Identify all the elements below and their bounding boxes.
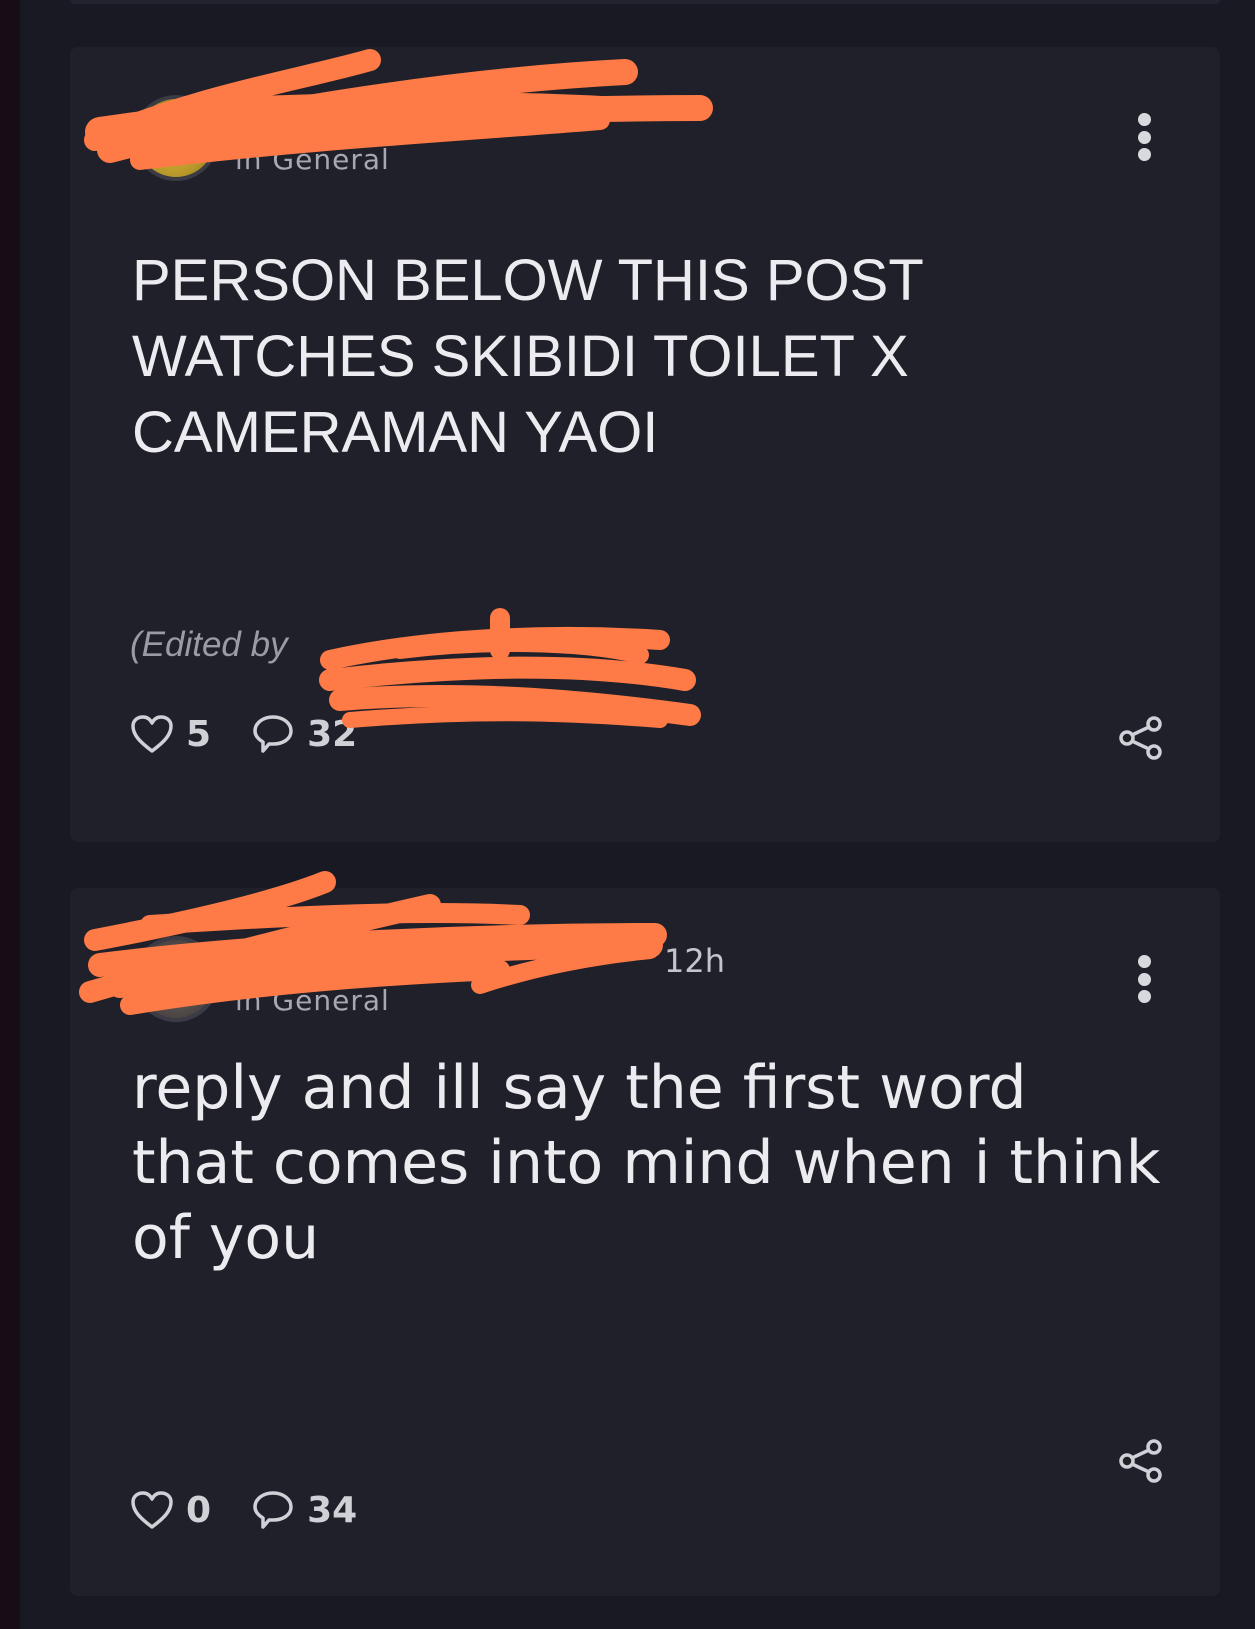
- post-actions: 0 34: [130, 1488, 397, 1532]
- comment-button[interactable]: 32: [251, 712, 357, 756]
- speech-bubble-icon: [253, 715, 293, 753]
- like-button[interactable]: 5: [130, 714, 211, 755]
- comment-count: 32: [307, 713, 358, 755]
- comment-count: 34: [307, 1489, 358, 1531]
- menu-dot-icon: [1137, 955, 1151, 968]
- like-button[interactable]: 0: [130, 1490, 211, 1531]
- menu-dot-icon: [1137, 990, 1151, 1003]
- edited-note: (Edited by: [130, 625, 288, 664]
- menu-dot-icon: [1137, 148, 1151, 161]
- post-card[interactable]: 12h in General reply and ill say the fir…: [70, 888, 1220, 1596]
- share-nodes-icon[interactable]: [1117, 1438, 1165, 1484]
- share-nodes-icon[interactable]: [1117, 715, 1165, 761]
- author-avatar[interactable]: [133, 936, 219, 1022]
- post-options-button[interactable]: [1136, 113, 1152, 161]
- comment-button[interactable]: 34: [251, 1488, 357, 1532]
- heart-outline-icon: [131, 1491, 173, 1529]
- community-label[interactable]: in General: [235, 984, 390, 1017]
- community-label[interactable]: in General: [235, 143, 390, 176]
- speech-bubble-icon: [253, 1491, 293, 1529]
- post-body-text: reply and ill say the first word that co…: [132, 1053, 1161, 1273]
- post-timestamp: 12h: [664, 942, 725, 980]
- menu-dot-icon: [1137, 972, 1151, 986]
- post-options-button[interactable]: [1136, 955, 1152, 1003]
- left-border-strip: [0, 0, 20, 1629]
- author-avatar[interactable]: [133, 95, 219, 181]
- like-count: 5: [186, 713, 212, 755]
- previous-card-edge: [70, 0, 1220, 4]
- heart-outline-icon: [131, 715, 173, 753]
- post-actions: 5 32: [130, 712, 397, 756]
- menu-dot-icon: [1137, 113, 1151, 126]
- like-count: 0: [186, 1489, 212, 1531]
- post-card[interactable]: in General PERSON BELOW THIS POST WATCHE…: [70, 47, 1220, 842]
- post-body-text: PERSON BELOW THIS POST WATCHES SKIBIDI T…: [132, 248, 923, 465]
- menu-dot-icon: [1137, 130, 1151, 144]
